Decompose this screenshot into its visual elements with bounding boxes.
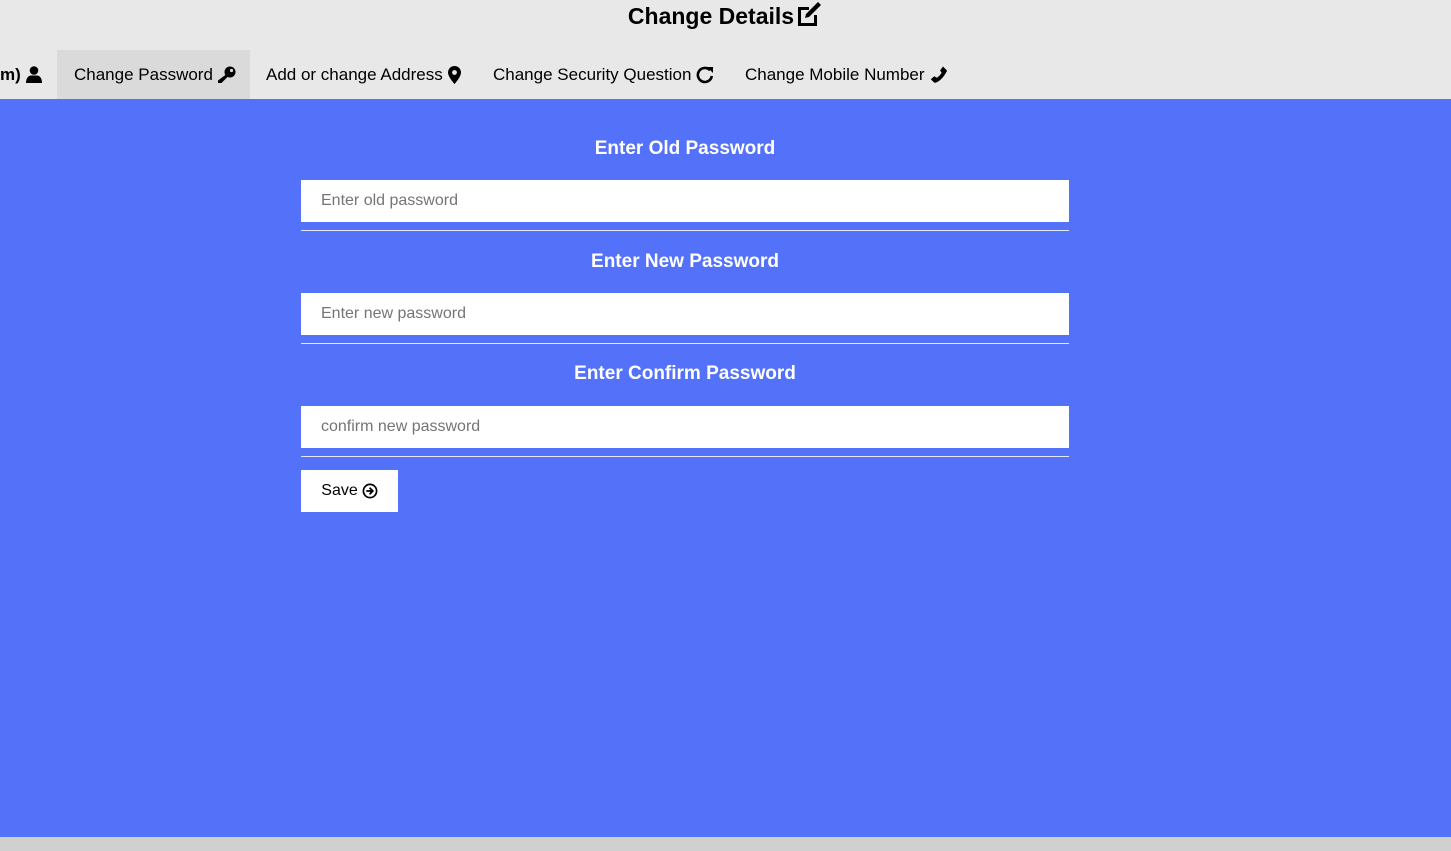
main-content: Enter Old Password Enter New Password En… (0, 99, 1451, 837)
tab-change-password-label: Change Password (74, 64, 213, 84)
tab-profile[interactable]: m) (0, 50, 42, 99)
divider (301, 230, 1069, 231)
save-button[interactable]: Save (301, 470, 398, 512)
divider (301, 343, 1069, 344)
page-title: Change Details (0, 0, 1451, 32)
tab-profile-label: m) (0, 64, 21, 84)
tab-address-label: Add or change Address (266, 64, 443, 84)
confirm-password-input[interactable] (301, 406, 1069, 448)
divider (301, 456, 1069, 457)
tab-mobile-number-label: Change Mobile Number (745, 64, 925, 84)
user-icon (25, 66, 42, 83)
tab-security-question-label: Change Security Question (493, 64, 692, 84)
map-marker-icon (447, 65, 461, 84)
edit-icon (798, 1, 822, 26)
footer-strip (0, 837, 1451, 851)
tab-change-password[interactable]: Change Password (57, 50, 250, 99)
tab-mobile-number[interactable]: Change Mobile Number (745, 50, 947, 99)
new-password-label: Enter New Password (591, 251, 779, 272)
old-password-label: Enter Old Password (594, 138, 776, 159)
arrow-circle-right-icon (362, 483, 378, 499)
header: Change Details m) Change Password Add or… (0, 0, 1451, 99)
confirm-password-label: Enter Confirm Password (574, 363, 796, 384)
tab-address[interactable]: Add or change Address (266, 50, 461, 99)
key-icon (217, 66, 236, 83)
new-password-input[interactable] (301, 293, 1069, 335)
old-password-input[interactable] (301, 180, 1069, 222)
save-button-label: Save (321, 482, 358, 499)
page-title-text: Change Details (627, 2, 795, 29)
phone-icon (930, 66, 947, 83)
tab-security-question[interactable]: Change Security Question (493, 50, 714, 99)
tab-bar: m) Change Password Add or change Address (0, 50, 1451, 99)
redo-icon (696, 66, 714, 84)
